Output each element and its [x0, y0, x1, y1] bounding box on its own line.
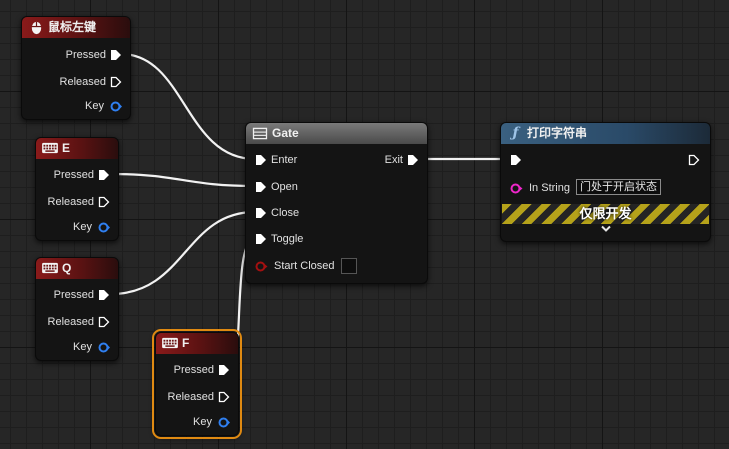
key-label: Key	[85, 100, 104, 112]
node-header[interactable]: ƒ 打印字符串	[501, 123, 710, 144]
pressed-label: Pressed	[53, 289, 94, 301]
wire-q-pressed-to-close	[110, 210, 256, 296]
exit-exec-pin-icon[interactable]	[407, 154, 419, 166]
open-exec-pin-icon[interactable]	[255, 181, 267, 193]
pressed-label: Pressed	[65, 49, 106, 61]
key-struct-pin-icon[interactable]	[218, 417, 230, 428]
start-closed-bool-pin-icon[interactable]	[255, 261, 268, 272]
print-string-node[interactable]: ƒ 打印字符串 In String 门处于开启状态 仅限开发	[500, 122, 711, 242]
node-header[interactable]: Q	[36, 258, 118, 279]
released-label: Released	[47, 196, 94, 208]
enter-exec-pin-icon[interactable]	[255, 154, 267, 166]
key-q-event-node[interactable]: Q Pressed Released Key	[35, 257, 119, 361]
in-string-input[interactable]: 门处于开启状态	[576, 179, 661, 195]
pressed-label: Pressed	[53, 169, 94, 181]
node-title: E	[62, 141, 71, 155]
key-label: Key	[73, 221, 92, 233]
enter-label: Enter	[271, 154, 298, 166]
released-label: Released	[59, 76, 106, 88]
development-only-banner: 仅限开发	[502, 204, 709, 224]
toggle-exec-pin-icon[interactable]	[255, 233, 267, 245]
keyboard-icon	[42, 262, 58, 274]
mouse-left-event-node[interactable]: 鼠标左键 Pressed Released Key	[21, 16, 131, 120]
in-string-label: In String	[529, 182, 570, 194]
exec-out-pin-icon[interactable]	[98, 289, 110, 301]
close-exec-pin-icon[interactable]	[255, 207, 267, 219]
node-title: Gate	[272, 126, 299, 140]
start-closed-label: Start Closed	[274, 260, 335, 272]
key-struct-pin-icon[interactable]	[98, 222, 110, 233]
node-title: 打印字符串	[527, 126, 588, 140]
exec-out-pin-icon[interactable]	[98, 169, 110, 181]
key-f-event-node[interactable]: F Pressed Released Key	[152, 329, 242, 439]
exec-out-pin-icon[interactable]	[688, 154, 700, 166]
node-title: F	[182, 336, 190, 350]
open-label: Open	[271, 181, 298, 193]
node-header[interactable]: Gate	[246, 123, 427, 144]
in-string-pin-icon[interactable]	[510, 183, 523, 194]
gate-icon	[252, 127, 268, 140]
exit-label: Exit	[384, 154, 403, 166]
function-icon: ƒ	[512, 125, 519, 141]
exec-out-pin-icon[interactable]	[110, 49, 122, 61]
node-header[interactable]: F	[156, 333, 238, 354]
exec-out-pin-icon[interactable]	[98, 316, 110, 328]
key-e-event-node[interactable]: E Pressed Released Key	[35, 137, 119, 241]
pressed-label: Pressed	[173, 364, 214, 376]
released-label: Released	[167, 391, 214, 403]
close-label: Close	[271, 207, 300, 219]
development-only-label: 仅限开发	[579, 206, 632, 221]
key-struct-pin-icon[interactable]	[98, 342, 110, 353]
node-header[interactable]: 鼠标左键	[22, 17, 130, 38]
wire-mouse-pressed-to-enter	[120, 52, 256, 161]
start-closed-checkbox[interactable]	[341, 258, 357, 274]
key-label: Key	[73, 341, 92, 353]
expand-chevron-icon[interactable]	[601, 224, 611, 236]
exec-out-pin-icon[interactable]	[98, 196, 110, 208]
key-label: Key	[193, 416, 212, 428]
node-header[interactable]: E	[36, 138, 118, 159]
exec-in-pin-icon[interactable]	[510, 154, 522, 166]
exec-out-pin-icon[interactable]	[218, 364, 230, 376]
key-struct-pin-icon[interactable]	[110, 101, 122, 112]
mouse-icon	[31, 21, 42, 35]
wire-e-pressed-to-open	[110, 172, 256, 188]
toggle-label: Toggle	[271, 233, 304, 245]
exec-out-pin-icon[interactable]	[218, 391, 230, 403]
keyboard-icon	[42, 142, 58, 154]
exec-out-pin-icon[interactable]	[110, 76, 122, 88]
keyboard-icon	[162, 337, 178, 349]
node-title: 鼠标左键	[48, 20, 97, 34]
node-title: Q	[62, 261, 72, 275]
released-label: Released	[47, 316, 94, 328]
gate-node[interactable]: Gate Enter Exit Open Close Toggle Start …	[245, 122, 428, 284]
